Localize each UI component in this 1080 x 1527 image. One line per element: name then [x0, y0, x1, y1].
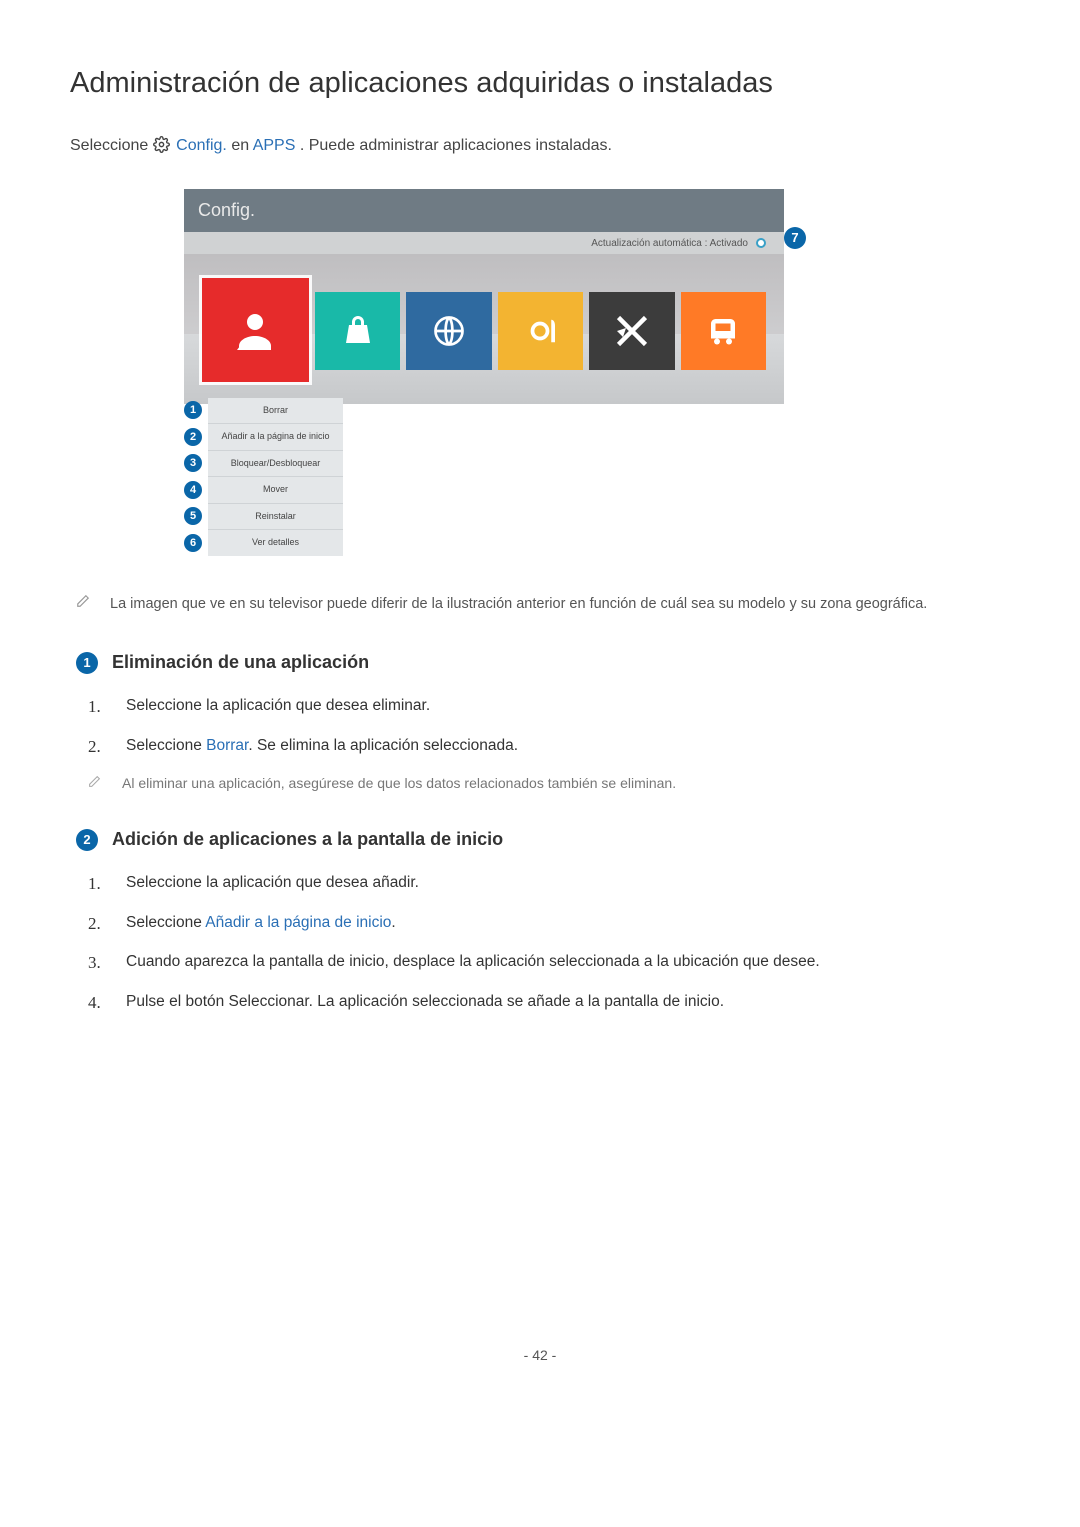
intro-mid: en [231, 137, 252, 154]
step-item: 2. Seleccione Añadir a la página de inici… [88, 911, 1010, 937]
step-text: Seleccione la aplicación que desea añadi… [126, 871, 419, 897]
step-item: 1. Seleccione la aplicación que desea eli… [88, 694, 1010, 720]
step-number: 1. [88, 694, 106, 720]
apps-link: APPS [253, 137, 296, 154]
callout-6: 6 [184, 534, 202, 552]
tv-auto-update-strip: Actualización automática : Activado [184, 232, 784, 254]
gear-icon [153, 136, 170, 161]
intro-prefix: Seleccione [70, 137, 153, 154]
step-number: 1. [88, 871, 106, 897]
app-tile-5 [589, 292, 674, 370]
image-disclaimer: La imagen que ve en su televisor puede d… [76, 594, 1010, 616]
tv-header: Config. [184, 189, 784, 232]
step-number: 3. [88, 950, 106, 976]
app-tile-3 [406, 292, 491, 370]
intro-suffix: . Puede administrar aplicaciones instala… [300, 137, 612, 154]
menu-item-4: Mover4 [208, 476, 343, 503]
step-note: Al eliminar una aplicación, asegúrese de… [88, 773, 1010, 794]
menu-item-1: Borrar1 [208, 398, 343, 424]
callout-1: 1 [184, 401, 202, 419]
step-note-text: Al eliminar una aplicación, asegúrese de… [122, 773, 676, 794]
step-number: 2. [88, 734, 106, 760]
callout-5: 5 [184, 507, 202, 525]
menu-item-5: Reinstalar5 [208, 503, 343, 530]
section-heading: 1 Eliminación de una aplicación [76, 649, 1010, 676]
page-title: Administración de aplicaciones adquirida… [70, 62, 1010, 106]
section-badge: 2 [76, 829, 98, 851]
callout-3: 3 [184, 454, 202, 472]
menu-item-3: Bloquear/Desbloquear3 [208, 450, 343, 477]
step-list: 1. Seleccione la aplicación que desea aña… [88, 871, 1010, 1015]
app-tile-4 [498, 292, 583, 370]
pencil-icon [76, 594, 92, 616]
menu-item-2: Añadir a la página de inicio2 [208, 423, 343, 450]
step-item: 4. Pulse el botón Seleccionar. La aplicac… [88, 990, 1010, 1016]
step-text: Pulse el botón Seleccionar. La aplicació… [126, 990, 724, 1016]
callout-2: 2 [184, 428, 202, 446]
section-title: Adición de aplicaciones a la pantalla de… [112, 826, 503, 853]
config-link: Config. [176, 137, 227, 154]
callout-4: 4 [184, 481, 202, 499]
app-tile-2 [315, 292, 400, 370]
step-text: Seleccione la aplicación que desea elimi… [126, 694, 430, 720]
pencil-icon [88, 773, 104, 794]
section-title: Eliminación de una aplicación [112, 649, 369, 676]
auto-update-label: Actualización automática : Activado [591, 238, 748, 249]
step-text: Seleccione Borrar. Se elimina la aplicac… [126, 734, 518, 760]
step-item: 1. Seleccione la aplicación que desea aña… [88, 871, 1010, 897]
step-text: Seleccione Añadir a la página de inicio. [126, 911, 396, 937]
menu-item-6: Ver detalles6 [208, 529, 343, 556]
auto-update-toggle-icon [756, 238, 766, 248]
image-disclaimer-text: La imagen que ve en su televisor puede d… [110, 594, 927, 616]
callout-7: 7 [784, 227, 806, 249]
step-item: 2. Seleccione Borrar. Se elimina la aplic… [88, 734, 1010, 760]
app-tile-6 [681, 292, 766, 370]
tv-illustration: Config. Actualización automática : Activ… [184, 189, 784, 556]
step-number: 4. [88, 990, 106, 1016]
step-item: 3. Cuando aparezca la pantalla de inicio,… [88, 950, 1010, 976]
step-text: Cuando aparezca la pantalla de inicio, d… [126, 950, 820, 976]
section-badge: 1 [76, 652, 98, 674]
intro-text: Seleccione Config. en APPS . Puede admin… [70, 134, 1010, 161]
step-list: 1. Seleccione la aplicación que desea eli… [88, 694, 1010, 759]
page-number: - 42 - [70, 1345, 1010, 1366]
section-heading: 2 Adición de aplicaciones a la pantalla d… [76, 826, 1010, 853]
step-number: 2. [88, 911, 106, 937]
context-menu: Borrar1Añadir a la página de inicio2Bloq… [208, 398, 343, 556]
app-tile-selected [202, 278, 309, 382]
